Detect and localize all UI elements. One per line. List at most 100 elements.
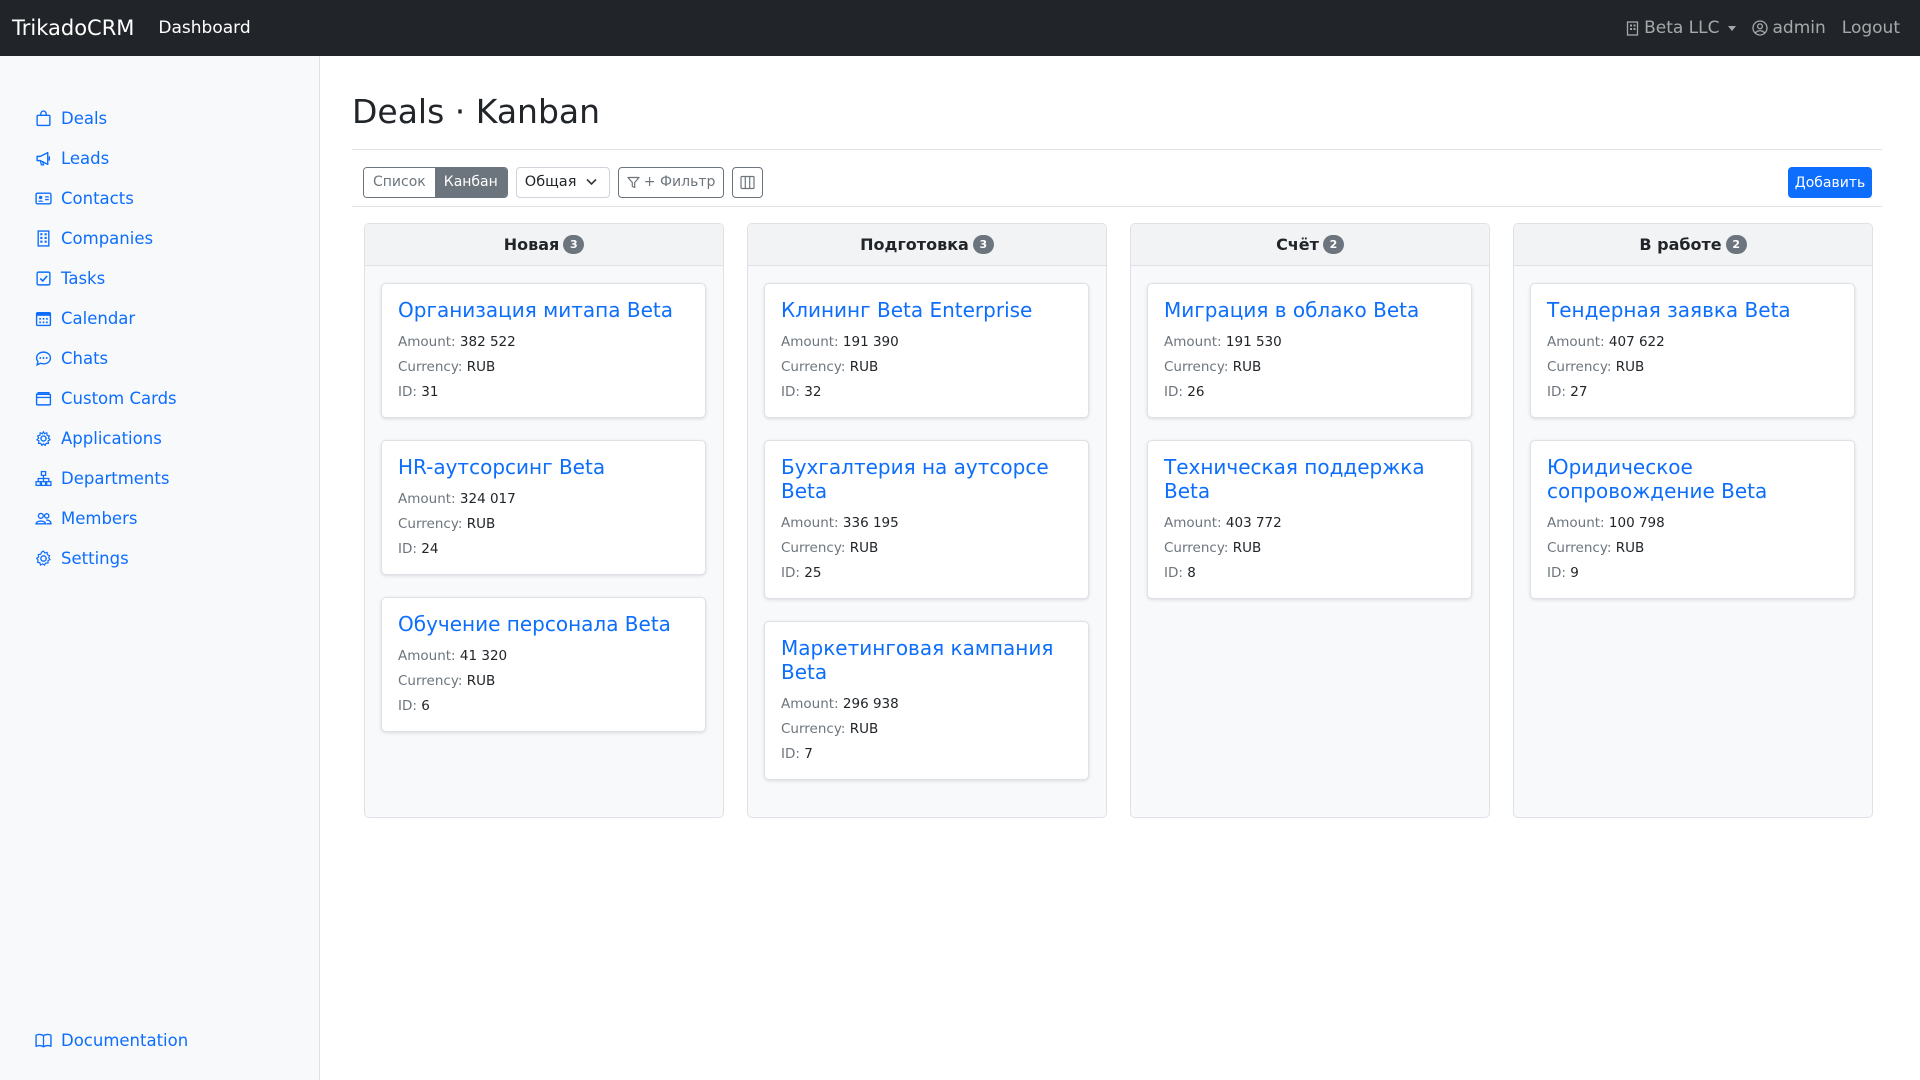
deal-card-title[interactable]: Бухгалтерия на аутсорсе Beta [781, 455, 1072, 503]
id-label: ID: [1164, 565, 1183, 581]
currency-label: Currency: [398, 516, 463, 532]
count-badge: 3 [972, 235, 994, 254]
currency-value: RUB [466, 359, 496, 375]
column-title: Счёт [1276, 235, 1319, 254]
user-menu[interactable]: admin [1751, 18, 1826, 38]
amount-value: 191 530 [1225, 334, 1282, 350]
columns-icon [740, 175, 755, 189]
amount-label: Amount: [1164, 515, 1222, 531]
deal-amount: Amount: 324 017 [398, 487, 689, 512]
chat-icon [35, 350, 52, 366]
sidebar-item-leads[interactable]: Leads [35, 146, 109, 170]
sidebar-item-label: Departments [61, 468, 170, 488]
id-value: 8 [1187, 565, 1196, 581]
add-button[interactable]: Добавить [1788, 167, 1872, 198]
dashboard-link[interactable]: Dashboard [158, 18, 250, 38]
deal-card[interactable]: HR-аутсорсинг Beta Amount: 324 017 Curre… [381, 440, 706, 575]
deal-card[interactable]: Юридическое сопровождение Beta Amount: 1… [1530, 440, 1855, 599]
deal-card[interactable]: Техническая поддержка Beta Amount: 403 7… [1147, 440, 1472, 599]
sidebar-item-documentation[interactable]: Documentation [35, 1028, 188, 1052]
sidebar-item-label: Settings [61, 548, 129, 568]
deal-card-title[interactable]: Маркетинговая кампания Beta [781, 636, 1072, 684]
deal-card-title[interactable]: Тендерная заявка Beta [1547, 298, 1838, 322]
view-list-button[interactable]: Список [364, 167, 435, 197]
company-switcher[interactable]: Beta LLC [1626, 18, 1736, 38]
sidebar-item-calendar[interactable]: Calendar [35, 306, 135, 330]
sidebar-item-label: Documentation [61, 1030, 189, 1050]
sidebar-item-departments[interactable]: Departments [35, 466, 169, 490]
deal-card-title[interactable]: Клининг Beta Enterprise [781, 298, 1072, 322]
people-icon [35, 512, 52, 525]
navbar-right: Beta LLC admin Logout [1626, 0, 1900, 56]
deal-card[interactable]: Тендерная заявка Beta Amount: 407 622 Cu… [1530, 283, 1855, 418]
deal-card-title[interactable]: Миграция в облако Beta [1164, 298, 1455, 322]
amount-value: 336 195 [842, 515, 899, 531]
sidebar-item-label: Companies [61, 228, 154, 248]
deal-currency: Currency: RUB [398, 669, 689, 694]
id-label: ID: [781, 746, 800, 762]
count-badge: 2 [1725, 235, 1747, 254]
column-header: Счёт 2 [1131, 224, 1489, 266]
deal-id: ID: 32 [781, 380, 1072, 405]
deal-id: ID: 26 [1164, 380, 1455, 405]
sidebar-item-members[interactable]: Members [35, 506, 137, 530]
deal-card-title[interactable]: Юридическое сопровождение Beta [1547, 455, 1838, 503]
sidebar-item-label: Calendar [61, 308, 136, 328]
column-title: Новая [503, 235, 560, 254]
currency-value: RUB [466, 516, 496, 532]
sidebar-item-settings[interactable]: Settings [35, 546, 129, 570]
deal-card[interactable]: Бухгалтерия на аутсорсе Beta Amount: 336… [764, 440, 1089, 599]
view-toggle: Список Канбан [363, 166, 508, 198]
sidebar-item-label: Leads [61, 148, 110, 168]
deal-card[interactable]: Клининг Beta Enterprise Amount: 191 390 … [764, 283, 1089, 418]
currency-label: Currency: [781, 721, 846, 737]
deal-card[interactable]: Маркетинговая кампания Beta Amount: 296 … [764, 621, 1089, 780]
amount-value: 382 522 [459, 334, 516, 350]
deal-card[interactable]: Миграция в облако Beta Amount: 191 530 C… [1147, 283, 1472, 418]
deal-card[interactable]: Обучение персонала Beta Amount: 41 320 C… [381, 597, 706, 732]
sidebar-item-chats[interactable]: Chats [35, 346, 108, 370]
deal-card[interactable]: Организация митапа Beta Amount: 382 522 … [381, 283, 706, 418]
sidebar-item-applications[interactable]: Applications [35, 426, 162, 450]
deal-currency: Currency: RUB [1164, 355, 1455, 380]
gear-wide-icon [36, 430, 51, 446]
deal-amount: Amount: 41 320 [398, 644, 689, 669]
kanban-column-preparation: Подготовка 3 Клининг Beta Enterprise Amo… [747, 223, 1107, 818]
sidebar-item-deals[interactable]: Deals [35, 106, 107, 130]
deal-card-title[interactable]: Обучение персонала Beta [398, 612, 689, 636]
deal-currency: Currency: RUB [1547, 355, 1838, 380]
deal-currency: Currency: RUB [781, 536, 1072, 561]
sidebar-item-companies[interactable]: Companies [35, 226, 153, 250]
deal-currency: Currency: RUB [781, 355, 1072, 380]
deal-card-title[interactable]: Организация митапа Beta [398, 298, 689, 322]
amount-value: 407 622 [1608, 334, 1665, 350]
deal-id: ID: 9 [1547, 561, 1838, 586]
logout-link[interactable]: Logout [1842, 18, 1900, 38]
sidebar-item-custom-cards[interactable]: Custom Cards [35, 386, 177, 410]
currency-value: RUB [1615, 540, 1645, 556]
id-label: ID: [1547, 565, 1566, 581]
columns-button[interactable] [732, 166, 764, 198]
currency-label: Currency: [1164, 540, 1229, 556]
amount-label: Amount: [781, 696, 839, 712]
view-kanban-button[interactable]: Канбан [434, 167, 507, 197]
amount-value: 296 938 [842, 696, 899, 712]
pipeline-select-value: Общая [524, 174, 577, 190]
count-badge: 2 [1322, 235, 1344, 254]
id-label: ID: [398, 384, 417, 400]
sidebar-item-tasks[interactable]: Tasks [35, 266, 105, 290]
column-title: В работе [1639, 235, 1722, 254]
filter-button[interactable]: + Фильтр [617, 166, 725, 198]
currency-value: RUB [1232, 540, 1262, 556]
deal-card-title[interactable]: HR-аутсорсинг Beta [398, 455, 689, 479]
currency-label: Currency: [1164, 359, 1229, 375]
id-value: 32 [804, 384, 822, 400]
deal-currency: Currency: RUB [1164, 536, 1455, 561]
amount-label: Amount: [781, 334, 839, 350]
deal-card-title[interactable]: Техническая поддержка Beta [1164, 455, 1455, 503]
amount-value: 403 772 [1225, 515, 1282, 531]
brand-logo[interactable]: TrikadoCRM [12, 16, 134, 40]
sidebar-item-contacts[interactable]: Contacts [35, 186, 134, 210]
pipeline-select[interactable]: Общая [515, 166, 610, 198]
building-icon [1626, 20, 1639, 36]
